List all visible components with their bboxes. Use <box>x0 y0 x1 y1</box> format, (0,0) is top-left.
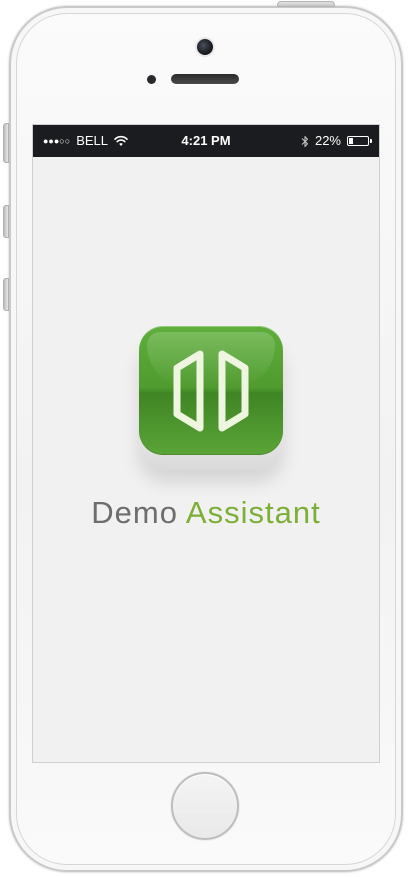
earpiece-speaker <box>171 74 239 84</box>
power-button[interactable] <box>277 1 335 7</box>
status-bar: ●●●○○ BELL 4:21 PM 22% <box>33 125 379 157</box>
app-name-part1: Demo <box>91 495 178 530</box>
app-name: Demo Assistant <box>33 495 379 531</box>
app-name-part2: Assistant <box>185 495 321 530</box>
battery-percent: 22% <box>314 133 341 148</box>
battery-tip <box>370 139 372 143</box>
screen: ●●●○○ BELL 4:21 PM 22% Demo Assistant <box>33 125 379 762</box>
hexagon-logo-icon <box>173 350 249 432</box>
status-bar-right: 22% <box>301 125 372 157</box>
proximity-sensor <box>147 75 156 84</box>
app-icon[interactable] <box>139 326 283 470</box>
app-icon-face <box>139 326 283 455</box>
mute-switch[interactable] <box>3 123 9 163</box>
home-button[interactable] <box>171 772 239 840</box>
battery-icon <box>347 136 372 146</box>
volume-down-button[interactable] <box>3 278 9 311</box>
volume-up-button[interactable] <box>3 205 9 238</box>
bluetooth-icon <box>301 135 309 147</box>
battery-level-fill <box>349 138 353 144</box>
front-camera <box>197 39 213 55</box>
